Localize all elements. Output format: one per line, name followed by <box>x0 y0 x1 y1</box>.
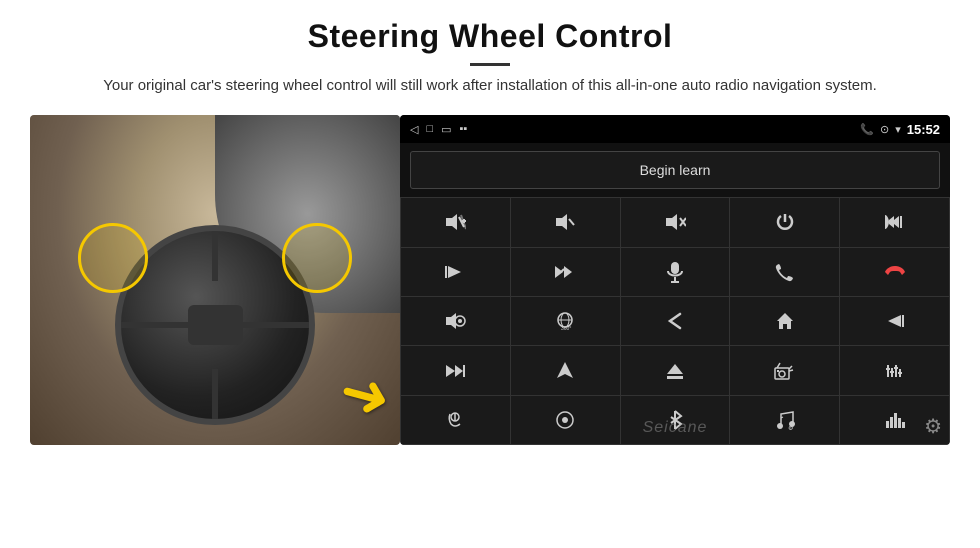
status-nav-icons: ◁ □ ▭ ▪▪ <box>410 123 467 136</box>
status-right-icons: 📞 ⊙ ▾ 15:52 <box>860 122 940 137</box>
radio-button[interactable] <box>730 346 839 394</box>
spoke-top <box>212 231 218 281</box>
view-360-button[interactable]: 360° <box>511 297 620 345</box>
voice-button[interactable] <box>401 396 510 444</box>
phone-button[interactable] <box>730 248 839 296</box>
spoke-bottom <box>212 369 218 419</box>
equalizer-button[interactable] <box>840 346 949 394</box>
title-divider <box>470 63 510 66</box>
eject-button[interactable] <box>621 346 730 394</box>
content-area: ➜ ◁ □ ▭ ▪▪ 📞 ⊙ ▾ 15:52 <box>0 105 980 548</box>
time-display: 15:52 <box>907 122 940 137</box>
back-nav-icon[interactable]: ◁ <box>410 123 418 136</box>
home-nav-icon[interactable]: □ <box>426 123 433 135</box>
screen-relative: 360° <box>400 197 950 445</box>
home-button[interactable] <box>730 297 839 345</box>
phone-status-icon: 📞 <box>860 123 874 136</box>
wifi-status-icon: ▾ <box>895 123 901 136</box>
page-title: Steering Wheel Control <box>60 18 920 55</box>
subtitle: Your original car's steering wheel contr… <box>80 74 900 97</box>
next-track-button[interactable] <box>401 248 510 296</box>
android-screen: ◁ □ ▭ ▪▪ 📞 ⊙ ▾ 15:52 Begin learn <box>400 115 950 445</box>
power-button[interactable] <box>730 198 839 246</box>
svg-text:⚙: ⚙ <box>788 425 793 430</box>
begin-learn-button[interactable]: Begin learn <box>410 151 940 189</box>
steering-wheel-image: ➜ <box>30 115 400 445</box>
call-prev-button[interactable] <box>840 198 949 246</box>
status-bar: ◁ □ ▭ ▪▪ 📞 ⊙ ▾ 15:52 <box>400 115 950 143</box>
hang-up-button[interactable] <box>840 248 949 296</box>
music-button[interactable]: ⚙ <box>730 396 839 444</box>
bluetooth-button[interactable] <box>621 396 730 444</box>
menu-button[interactable] <box>511 396 620 444</box>
highlight-circle-left <box>78 223 148 293</box>
vol-up-button[interactable] <box>401 198 510 246</box>
control-button-grid: 360° <box>400 197 950 445</box>
page-container: Steering Wheel Control Your original car… <box>0 0 980 548</box>
speaker-button[interactable] <box>401 297 510 345</box>
mute-button[interactable] <box>621 198 730 246</box>
location-status-icon: ⊙ <box>880 123 889 136</box>
navigate-button[interactable] <box>511 346 620 394</box>
prev-track-button[interactable] <box>840 297 949 345</box>
skip-button[interactable] <box>511 248 620 296</box>
vol-down-button[interactable] <box>511 198 620 246</box>
header: Steering Wheel Control Your original car… <box>0 0 980 105</box>
gear-icon[interactable]: ⚙ <box>924 414 942 439</box>
fast-forward-button[interactable] <box>401 346 510 394</box>
wheel-center <box>188 305 243 345</box>
svg-text:360°: 360° <box>561 326 571 331</box>
begin-learn-row: Begin learn <box>400 143 950 197</box>
mic-button[interactable] <box>621 248 730 296</box>
highlight-circle-right <box>282 223 352 293</box>
recent-nav-icon[interactable]: ▭ <box>441 123 451 136</box>
back-button[interactable] <box>621 297 730 345</box>
signal-icon: ▪▪ <box>460 123 468 135</box>
